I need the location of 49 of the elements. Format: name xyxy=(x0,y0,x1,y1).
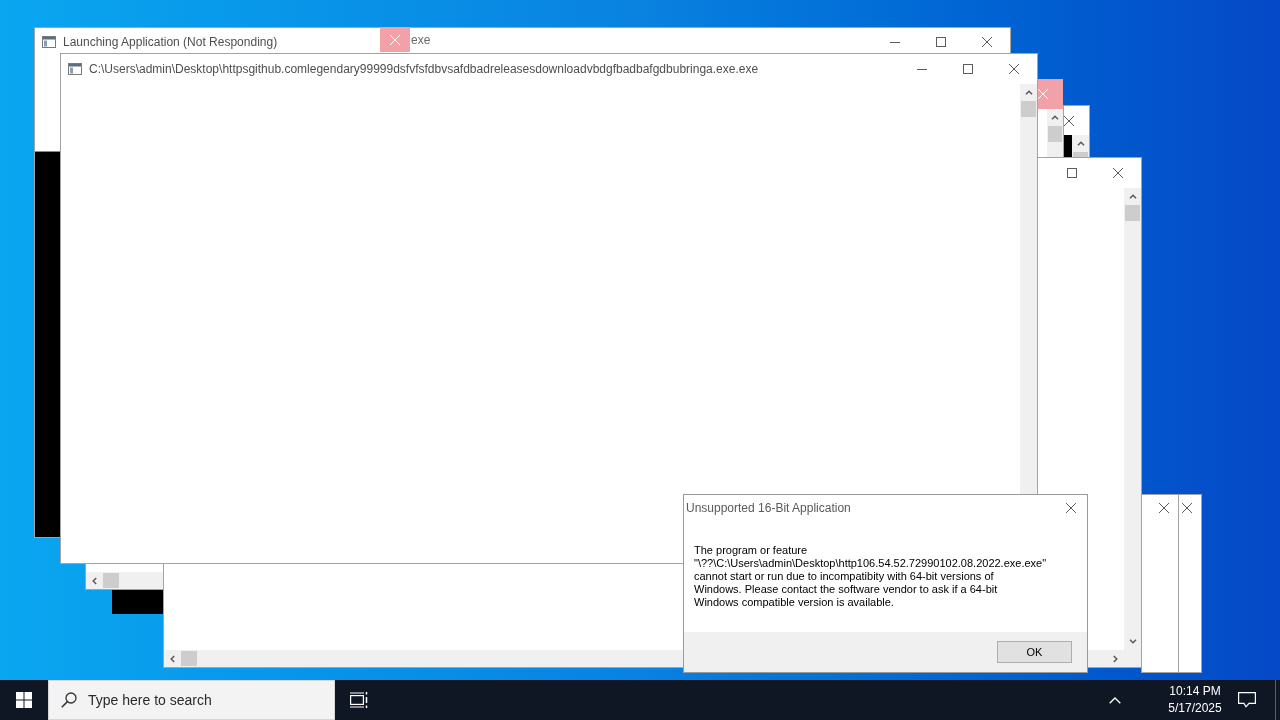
scrollbar-thumb[interactable] xyxy=(1048,126,1062,142)
window-icon xyxy=(42,36,56,48)
dialog-title: Unsupported 16-Bit Application xyxy=(686,500,851,517)
close-icon xyxy=(1009,64,1019,74)
window-title: Launching Application (Not Responding) xyxy=(63,34,278,51)
scrollbar-thumb[interactable] xyxy=(103,573,119,588)
maximize-icon xyxy=(1067,168,1077,178)
clock-button[interactable]: 10:14 PM 5/17/2025 xyxy=(1160,680,1230,720)
notification-icon xyxy=(1238,692,1256,708)
chevron-left-icon[interactable] xyxy=(92,576,97,585)
maximize-icon xyxy=(936,37,946,47)
search-icon xyxy=(61,692,77,708)
chevron-up-icon[interactable] xyxy=(1024,90,1033,95)
error-message: The program or feature "\??\C:\Users\admin\Desktop\http106.54.52.72990102.08.2022.exe.exe" cannot start or run due to incompatibity with 64-bit versions of Windows. Please contact the software vendor to ask if a 64-bit Windows compatible version is available. xyxy=(694,544,1048,609)
window-title: exe xyxy=(411,31,431,49)
chevron-down-icon[interactable] xyxy=(1128,639,1137,644)
window-icon xyxy=(68,63,82,75)
scrollbar-thumb[interactable] xyxy=(1021,101,1036,117)
chevron-up-icon xyxy=(1109,696,1121,704)
minimize-icon xyxy=(917,68,927,70)
horizontal-scrollbar[interactable] xyxy=(86,572,163,589)
chevron-right-icon[interactable] xyxy=(1113,654,1118,663)
search-box[interactable]: Type here to search xyxy=(48,680,335,720)
chevron-up-icon[interactable] xyxy=(1051,115,1059,120)
chevron-up-icon[interactable] xyxy=(1128,194,1137,199)
close-icon xyxy=(390,34,400,45)
blank-client-area xyxy=(1064,135,1072,157)
vertical-scrollbar[interactable] xyxy=(1072,135,1089,157)
window-title: C:\Users\admin\Desktop\httpsgithub.comlegendary99999dsfvfsfdbvsafdbadreleasesdownloadvbdgfbadbafgdbubringa.exe.exe xyxy=(89,61,759,78)
maximize-icon xyxy=(963,64,973,74)
close-icon xyxy=(982,37,992,47)
scrollbar-thumb[interactable] xyxy=(181,651,197,666)
chevron-up-icon[interactable] xyxy=(1076,141,1085,146)
chevron-left-icon[interactable] xyxy=(170,654,175,663)
task-view-icon xyxy=(350,692,368,708)
close-icon xyxy=(1066,503,1076,513)
scrollbar-thumb[interactable] xyxy=(1073,152,1088,157)
close-icon xyxy=(1159,503,1169,513)
search-field[interactable]: Type here to search xyxy=(88,689,334,711)
close-icon xyxy=(1113,168,1123,178)
scrollbar-thumb[interactable] xyxy=(1125,205,1140,221)
blank-client-area xyxy=(112,590,163,614)
vertical-scrollbar[interactable] xyxy=(1124,188,1141,650)
close-icon xyxy=(1064,115,1074,126)
close-icon xyxy=(1182,503,1192,513)
windows-logo-icon xyxy=(16,692,32,708)
ok-button[interactable]: OK xyxy=(997,641,1072,663)
minimize-icon xyxy=(890,41,900,43)
vertical-scrollbar[interactable] xyxy=(1047,109,1063,157)
